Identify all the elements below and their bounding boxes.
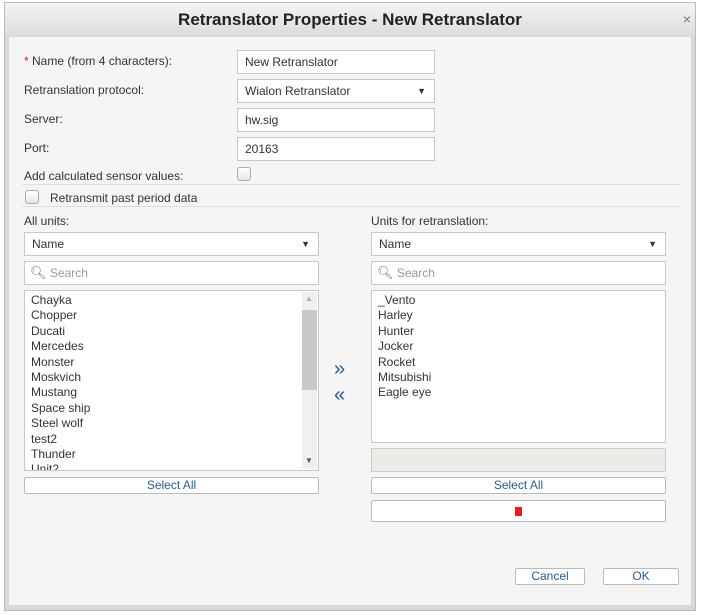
list-item[interactable]: Unit2 (31, 462, 318, 470)
list-item[interactable]: Chopper (31, 308, 318, 323)
list-item[interactable]: Chayka (31, 293, 318, 308)
list-item[interactable]: Mercedes (31, 339, 318, 354)
scrollbar-thumb[interactable] (302, 310, 317, 390)
left-select-all-button[interactable]: Select All (24, 477, 319, 494)
sensor-checkbox[interactable] (237, 167, 251, 181)
list-item[interactable]: Steel wolf (31, 416, 318, 431)
search-placeholder: Search (49, 266, 88, 280)
name-label: * Name (from 4 characters): (24, 54, 172, 68)
list-item[interactable]: test2 (31, 432, 318, 447)
retranslation-units-list[interactable]: _Vento Harley Hunter Jocker Rocket Mitsubishi… (371, 290, 666, 443)
name-input[interactable]: New Retranslator (237, 50, 435, 74)
scroll-down-icon[interactable]: ▼ (305, 456, 313, 465)
dialog-title: Retranslator Properties - New Retranslat… (5, 3, 695, 36)
scrollbar[interactable]: ▲ ▼ (302, 292, 317, 469)
sort-value: Name (32, 237, 65, 251)
list-item[interactable]: Thunder (31, 447, 318, 462)
scroll-up-icon[interactable]: ▲ (305, 294, 313, 303)
retranslation-sort-select[interactable]: Name ▼ (371, 232, 666, 256)
list-item[interactable]: Monster (31, 355, 318, 370)
protocol-label: Retranslation protocol: (24, 83, 145, 97)
list-item[interactable]: Harley (378, 308, 665, 323)
list-item[interactable]: Mustang (31, 385, 318, 400)
list-item[interactable]: Mitsubishi (378, 370, 665, 385)
port-label: Port: (24, 141, 50, 155)
retransmit-label: Retransmit past period data (50, 191, 198, 205)
sensor-label: Add calculated sensor values: (24, 169, 184, 183)
chevron-down-icon: ▼ (301, 239, 310, 249)
retranslation-search-input[interactable]: 🔍︎ Search (371, 261, 666, 285)
chevron-down-icon: ▼ (648, 239, 657, 249)
list-item[interactable]: Space ship (31, 401, 318, 416)
list-item[interactable]: Moskvich (31, 370, 318, 385)
protocol-select[interactable]: Wialon Retranslator ▼ (237, 79, 435, 103)
cancel-button[interactable]: Cancel (515, 568, 585, 585)
unit-settings-panel (371, 448, 666, 472)
name-label-text: Name (from 4 characters): (32, 54, 173, 68)
close-icon[interactable]: × (683, 3, 691, 36)
server-label: Server: (24, 112, 63, 126)
server-input[interactable]: hw.sig (237, 108, 435, 132)
search-icon: 🔍︎ (30, 265, 47, 280)
divider (22, 184, 680, 185)
list-item[interactable]: Hunter (378, 324, 665, 339)
list-item[interactable]: _Vento (378, 293, 665, 308)
stop-icon (515, 507, 522, 516)
remove-units-button[interactable]: « (334, 384, 345, 407)
all-units-search-input[interactable]: 🔍︎ Search (24, 261, 319, 285)
chevron-down-icon: ▼ (417, 86, 426, 96)
divider (22, 206, 680, 207)
list-item[interactable]: Rocket (378, 355, 665, 370)
search-icon: 🔍︎ (377, 265, 394, 280)
retransmit-checkbox[interactable] (25, 190, 39, 204)
search-placeholder: Search (396, 266, 435, 280)
list-item[interactable]: Eagle eye (378, 385, 665, 400)
all-units-list[interactable]: Chayka Chopper Ducati Mercedes Monster Moskvi… (24, 290, 319, 471)
ok-button[interactable]: OK (603, 568, 679, 585)
port-input[interactable]: 20163 (237, 137, 435, 161)
delete-button[interactable] (371, 500, 666, 522)
all-units-sort-select[interactable]: Name ▼ (24, 232, 319, 256)
protocol-value: Wialon Retranslator (245, 84, 351, 98)
all-units-label: All units: (24, 214, 70, 228)
add-units-button[interactable]: » (334, 358, 345, 381)
required-marker: * (24, 54, 29, 68)
list-item[interactable]: Ducati (31, 324, 318, 339)
right-select-all-button[interactable]: Select All (371, 477, 666, 494)
sort-value: Name (379, 237, 412, 251)
list-item[interactable]: Jocker (378, 339, 665, 354)
retranslation-units-label: Units for retranslation: (371, 214, 489, 228)
